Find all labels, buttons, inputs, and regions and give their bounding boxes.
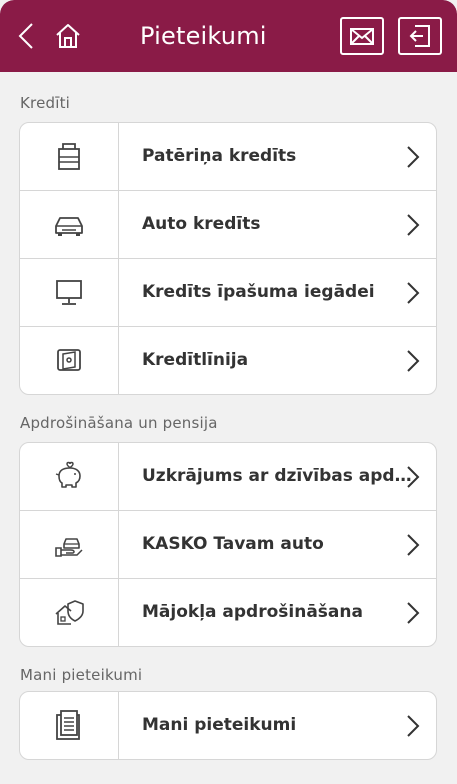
section-label-credits: Kredīti (20, 94, 71, 112)
chevron-left-icon (18, 23, 33, 49)
chevron-right-icon (407, 282, 420, 304)
car-icon (55, 217, 83, 236)
insurance-list: Uzkrājums ar dzīvības apdrošināšanu KASK… (19, 442, 437, 647)
list-item-auto-credit[interactable]: Auto kredīts (20, 191, 436, 259)
house-shield-icon (55, 600, 84, 625)
documents-icon (56, 710, 80, 740)
home-icon (56, 24, 80, 48)
section-label-insurance: Apdrošināšana un pensija (20, 414, 218, 432)
list-item-label: Patēriņa kredīts (142, 146, 297, 166)
chevron-right-icon (407, 715, 420, 737)
icon-cell (20, 191, 119, 258)
wallet-icon (57, 349, 81, 371)
car-in-hand-icon (55, 538, 83, 557)
list-item-label: Kredītlīnija (142, 350, 249, 370)
list-item-credit-line[interactable]: Kredītlīnija (20, 327, 436, 394)
list-item-home-insurance[interactable]: Mājokļa apdrošināšana (20, 579, 436, 646)
icon-cell (20, 259, 119, 326)
chevron-right-icon (407, 350, 420, 372)
list-item-property-credit[interactable]: Kredīts īpašuma iegādei (20, 259, 436, 327)
list-item-life-insurance-savings[interactable]: Uzkrājums ar dzīvības apdrošināšanu (20, 443, 436, 511)
list-item-label: Kredīts īpašuma iegādei (142, 282, 375, 302)
list-item-label: Uzkrājums ar dzīvības apdrošināšanu (142, 466, 412, 486)
header-bar: Pieteikumi (0, 0, 457, 72)
envelope-icon (350, 28, 374, 45)
page-title: Pieteikumi (140, 22, 267, 50)
chevron-right-icon (407, 146, 420, 168)
monitor-icon (56, 280, 82, 305)
icon-cell (20, 511, 119, 578)
section-label-my-applications: Mani pieteikumi (20, 666, 143, 684)
piggy-bank-icon (55, 461, 81, 488)
icon-cell (20, 123, 119, 190)
icon-cell (20, 443, 119, 510)
icon-cell (20, 327, 119, 394)
logout-icon (409, 25, 430, 47)
chevron-right-icon (407, 602, 420, 624)
list-item-label: Mājokļa apdrošināšana (142, 602, 363, 622)
list-item-kasko[interactable]: KASKO Tavam auto (20, 511, 436, 579)
chevron-right-icon (407, 534, 420, 556)
list-item-my-applications[interactable]: Mani pieteikumi (20, 692, 436, 759)
app-screen: Pieteikumi Kredīti Patēriņa kredīts Auto… (0, 0, 457, 784)
list-item-label: Mani pieteikumi (142, 715, 297, 735)
icon-cell (20, 579, 119, 646)
list-item-label: Auto kredīts (142, 214, 261, 234)
credits-list: Patēriņa kredīts Auto kredīts Kredīts īp… (19, 122, 437, 395)
shopping-bag-icon (58, 143, 80, 170)
chevron-right-icon (407, 466, 420, 488)
list-item-consumer-credit[interactable]: Patēriņa kredīts (20, 123, 436, 191)
icon-cell (20, 692, 119, 759)
back-button[interactable] (14, 20, 40, 52)
chevron-right-icon (407, 214, 420, 236)
my-applications-list: Mani pieteikumi (19, 691, 437, 760)
list-item-label: KASKO Tavam auto (142, 534, 324, 554)
logout-button[interactable] (398, 17, 442, 55)
messages-button[interactable] (340, 17, 384, 55)
home-button[interactable] (54, 22, 82, 50)
